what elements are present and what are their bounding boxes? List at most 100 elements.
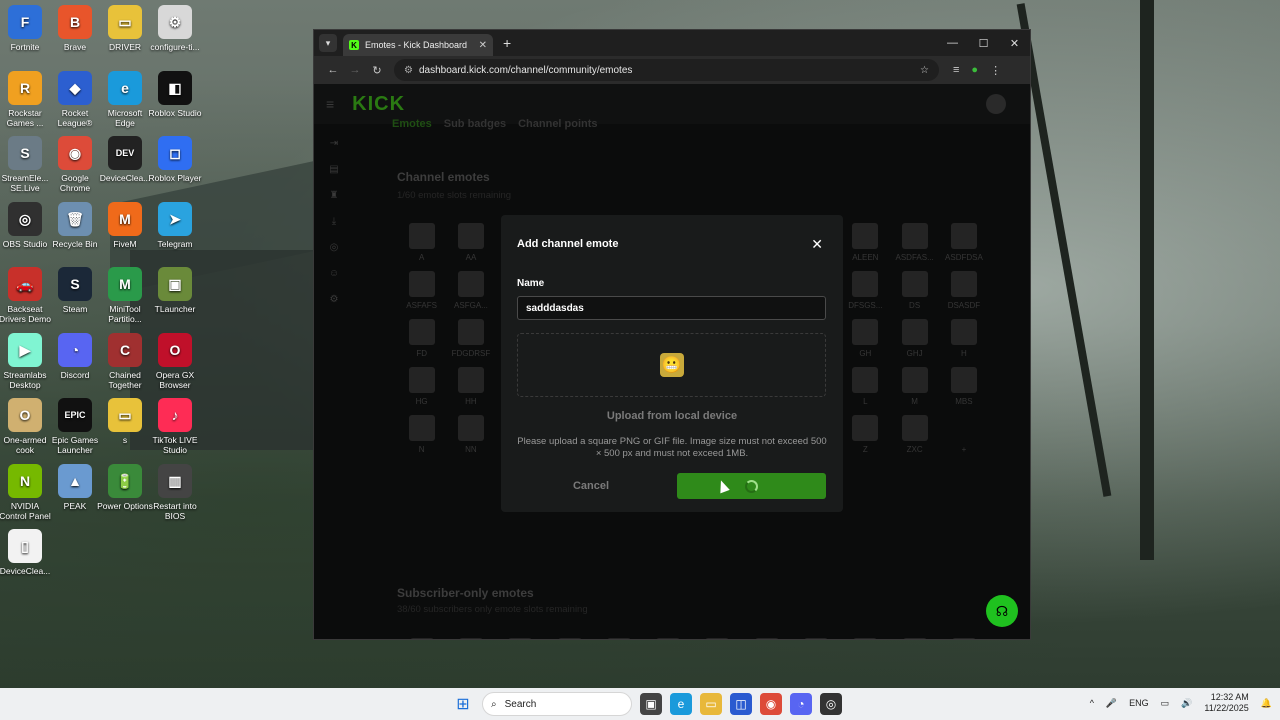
desktop-icon[interactable]: N NVIDIA Control Panel (0, 463, 53, 521)
sidebar-settings-icon[interactable]: ⚙ (314, 294, 354, 305)
show-hidden-icons[interactable]: ^ (1090, 698, 1094, 708)
taskbar-search[interactable]: ⌕ Search (482, 692, 632, 716)
emote-name-input[interactable] (517, 296, 826, 320)
emote-item[interactable]: L (841, 367, 890, 406)
notifications-icon[interactable]: 🔔 (1261, 698, 1272, 709)
desktop-icon[interactable]: ♪ TikTok LIVE Studio (147, 398, 203, 455)
store-icon[interactable]: ◫ (730, 693, 752, 715)
forward-icon[interactable]: → (344, 64, 366, 76)
sidebar-stream-icon[interactable]: ◎ (314, 242, 354, 253)
emote-item[interactable]: M (890, 367, 939, 406)
tab-channel-points[interactable]: Channel points (518, 118, 597, 130)
start-icon[interactable]: ⊞ (452, 693, 474, 715)
emote-item[interactable]: HG (397, 367, 446, 406)
sidebar-trophy-icon[interactable]: ♜ (314, 190, 354, 201)
desktop-icon[interactable]: ▥ Restart into BIOS (147, 463, 203, 521)
emote-item[interactable]: ASFGA... (446, 271, 495, 310)
sub-emote-item[interactable]: 1 (397, 638, 446, 639)
desktop-icon[interactable]: 🔋 Power Options (97, 463, 153, 511)
emote-item[interactable]: HH (446, 367, 495, 406)
sub-emote-item[interactable]: 3 (890, 638, 939, 639)
bookmark-star-icon[interactable]: ☆ (920, 65, 929, 76)
close-window-button[interactable]: ✕ (999, 30, 1030, 56)
reload-icon[interactable]: ↻ (366, 64, 388, 77)
file-explorer-icon[interactable]: ▭ (700, 693, 722, 715)
desktop-icon[interactable]: ▭ DRIVER (97, 5, 153, 52)
tab-sub-badges[interactable]: Sub badges (444, 118, 506, 130)
emote-item[interactable]: H (939, 319, 988, 358)
sub-emote-item[interactable]: 13 (594, 638, 643, 639)
sidebar-community-icon[interactable]: ☺ (314, 268, 354, 279)
chrome-taskbar-icon[interactable]: ◉ (760, 693, 782, 715)
desktop-icon[interactable]: O Opera GX Browser (147, 332, 203, 390)
desktop-icon[interactable]: 🚗 Backseat Drivers Demo (0, 267, 53, 324)
desktop-icon[interactable]: ◔ Discord (47, 332, 103, 380)
close-tab-icon[interactable]: ✕ (479, 40, 487, 51)
emote-item[interactable]: GH (841, 319, 890, 358)
support-chat-button[interactable]: ☊ (986, 595, 1018, 627)
emote-item[interactable]: ASDFDSA (939, 223, 988, 262)
sub-emote-item[interactable]: 16 (742, 638, 791, 639)
emote-item[interactable]: DS (890, 271, 939, 310)
network-icon[interactable]: ▭ (1161, 698, 1170, 709)
desktop-icon[interactable]: F Fortnite (0, 5, 53, 52)
url-input[interactable]: ⚙ dashboard.kick.com/channel/community/e… (394, 59, 939, 81)
submit-button[interactable] (677, 473, 826, 499)
emote-item[interactable]: ALEEN (841, 223, 890, 262)
emote-item[interactable]: FD (397, 319, 446, 358)
desktop-icon[interactable]: ▭ s (97, 398, 153, 445)
upload-local-button[interactable]: Upload from local device (517, 410, 827, 422)
tab-emotes[interactable]: Emotes (392, 118, 432, 130)
sub-emote-item[interactable]: 17 (791, 638, 840, 639)
sub-emote-item[interactable]: 4 (939, 638, 988, 639)
minimize-button[interactable]: — (937, 30, 968, 56)
site-info-icon[interactable]: ⚙ (404, 65, 413, 76)
emote-item[interactable]: AA (446, 223, 495, 262)
language-indicator[interactable]: ENG (1129, 698, 1149, 708)
emote-item[interactable]: ZXC (890, 415, 939, 454)
desktop-icon[interactable]: ◆ Rocket League® (47, 70, 103, 128)
desktop-icon[interactable]: ◎ OBS Studio (0, 201, 53, 249)
emote-item[interactable]: N (397, 415, 446, 454)
media-control-icon[interactable]: ≡ (953, 64, 959, 77)
desktop-icon[interactable]: ▲ PEAK (47, 463, 103, 511)
discord-taskbar-icon[interactable]: ◔ (790, 693, 812, 715)
sub-emote-item[interactable]: 12 (545, 638, 594, 639)
emote-item[interactable]: DFSGS... (841, 271, 890, 310)
sub-emote-item[interactable]: 14 (643, 638, 692, 639)
desktop-icon[interactable]: ◻ Roblox Player (147, 136, 203, 183)
emote-item[interactable]: NN (446, 415, 495, 454)
emote-item[interactable]: ASFAFS (397, 271, 446, 310)
emote-item[interactable]: FDGDRSF (446, 319, 495, 358)
desktop-icon[interactable]: M FiveM (97, 201, 153, 249)
desktop-icon[interactable]: ⚙ configure-ti... (147, 5, 203, 52)
sidebar-download-icon[interactable]: ⤓ (314, 216, 354, 227)
hamburger-icon[interactable]: ≡ (326, 96, 334, 112)
emote-item[interactable]: Z (841, 415, 890, 454)
kick-logo[interactable]: KICK (352, 93, 405, 116)
tab-search-button[interactable]: ▾ (319, 34, 337, 52)
emote-item[interactable]: MBS (939, 367, 988, 406)
sub-emote-item[interactable]: 10 (446, 638, 495, 639)
desktop-icon[interactable]: S StreamEle... SE.Live (0, 136, 53, 193)
maximize-button[interactable]: ☐ (968, 30, 999, 56)
microphone-icon[interactable]: 🎤 (1106, 698, 1117, 709)
sub-emote-item[interactable]: 11 (496, 638, 545, 639)
desktop-icon[interactable]: EPIC Epic Games Launcher (47, 398, 103, 455)
emote-dropzone[interactable]: 😬 (517, 333, 826, 397)
sidebar-login-icon[interactable]: ⇥ (314, 138, 354, 149)
clock[interactable]: 12:32 AM 11/22/2025 (1204, 692, 1248, 714)
desktop-icon[interactable]: ➤ Telegram (147, 201, 203, 249)
desktop-icon[interactable]: ◧ Roblox Studio (147, 70, 203, 118)
task-view-icon[interactable]: ▣ (640, 693, 662, 715)
cancel-button[interactable]: Cancel (517, 480, 665, 492)
back-icon[interactable]: ← (322, 64, 344, 76)
desktop-icon[interactable]: O One-armed cook (0, 398, 53, 455)
emote-item[interactable]: GHJ (890, 319, 939, 358)
sub-emote-item[interactable]: 18 (841, 638, 890, 639)
desktop-icon[interactable]: R Rockstar Games ... (0, 70, 53, 128)
desktop-icon[interactable]: C Chained Together (97, 332, 153, 390)
browser-tab[interactable]: K Emotes - Kick Dashboard ✕ (343, 34, 493, 56)
sidebar-dashboard-icon[interactable]: ▤ (314, 164, 354, 175)
profile-icon[interactable]: ● (971, 64, 978, 77)
